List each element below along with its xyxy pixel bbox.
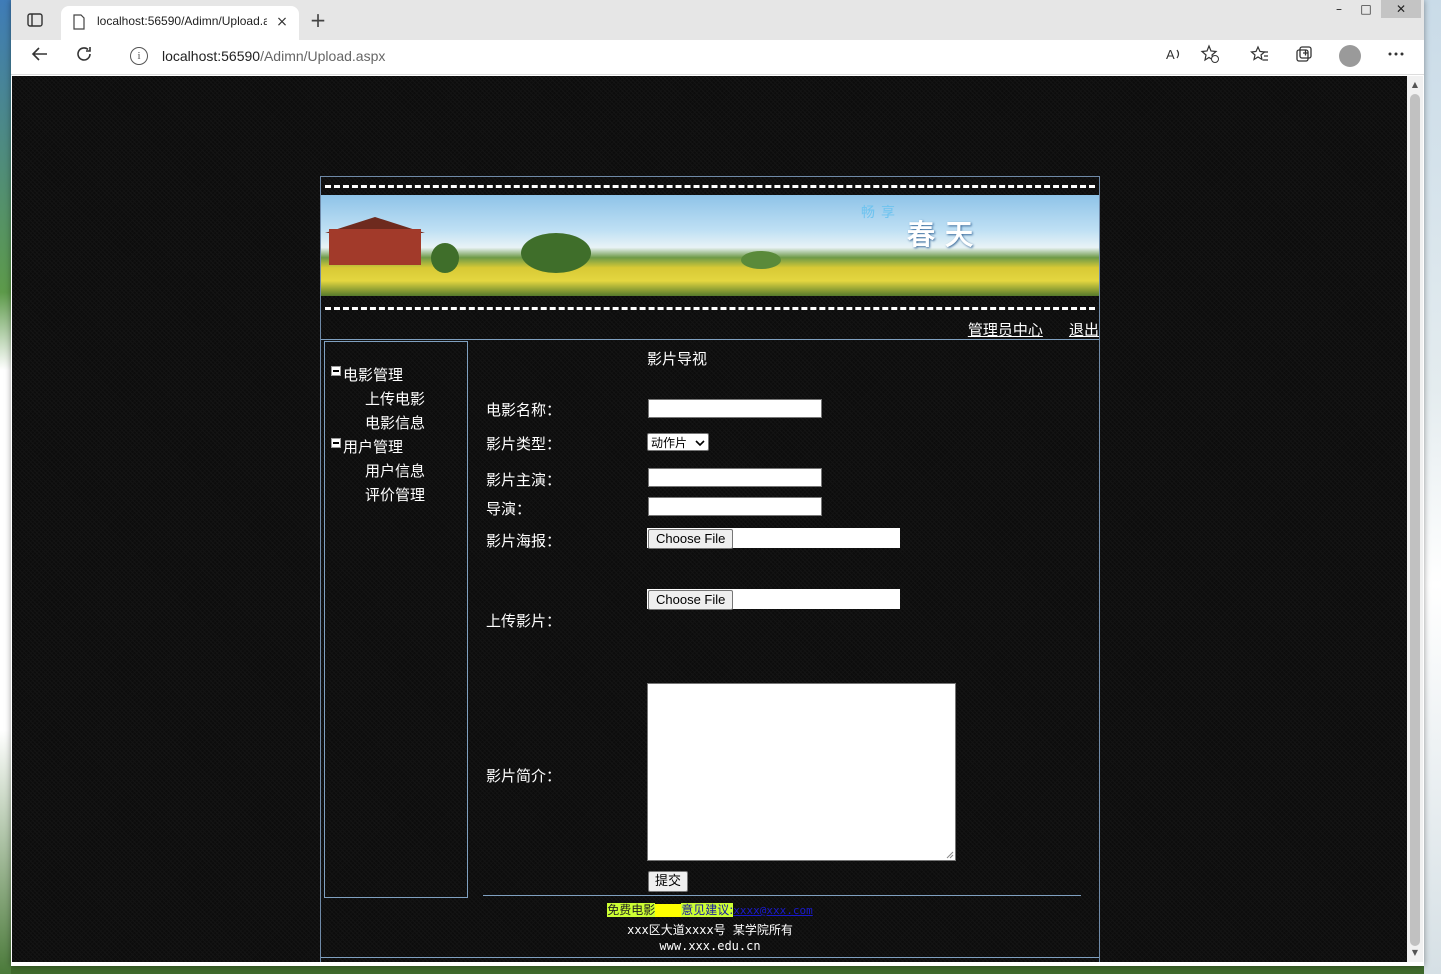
type-label: 影片类型： (486, 435, 562, 453)
close-window-button[interactable]: ✕ (1381, 0, 1421, 18)
scroll-thumb[interactable] (1410, 94, 1420, 946)
page-icon (73, 14, 85, 30)
scroll-down-icon[interactable]: ▼ (1407, 946, 1423, 960)
url-host: localhost:56590 (162, 48, 261, 64)
tree (741, 251, 781, 269)
choose-file-button[interactable]: Choose File (648, 590, 734, 610)
submit-button[interactable]: 提交 (648, 871, 689, 892)
divider (321, 957, 1099, 958)
close-tab-icon[interactable]: × (273, 13, 291, 31)
email-link[interactable]: xxxx@xxx.com (733, 904, 812, 917)
tree (431, 243, 459, 273)
highlight-gap (655, 904, 682, 917)
tree-group-movie[interactable]: 电影管理 (331, 364, 403, 386)
poster-file-input[interactable]: Choose File (647, 528, 900, 549)
type-select-value: 动作片 (651, 436, 688, 450)
cast-input[interactable] (648, 468, 822, 487)
intro-textarea[interactable] (647, 683, 956, 861)
form-title: 影片导视 (647, 350, 708, 368)
chevron-down-icon (695, 434, 705, 458)
resize-handle-icon[interactable] (946, 851, 954, 859)
more-menu-icon[interactable] (1383, 44, 1409, 70)
maximize-button[interactable]: □ (1346, 0, 1386, 18)
divider (321, 339, 1099, 340)
active-tab[interactable]: localhost:56590/Adimn/Upload.a × (61, 6, 299, 40)
free-movies-text: 免费电影 (607, 903, 656, 917)
banner-slogan-big: 春天 (907, 218, 984, 251)
tree-group-label: 电影管理 (343, 366, 404, 384)
browser-window: localhost:56590/Adimn/Upload.a × + – □ ✕… (11, 0, 1424, 966)
svg-text:A: A (1166, 47, 1175, 62)
movie-name-input[interactable] (648, 399, 822, 418)
house (329, 229, 421, 265)
sidebar-tree: 电影管理 上传电影 电影信息 用户管理 用户信息 评价管理 (324, 341, 468, 898)
tree-group-user[interactable]: 用户管理 (331, 436, 403, 458)
movie-file-input[interactable]: Choose File (647, 589, 900, 610)
site-container: 畅享 春天 管理员中心 退出 电影管理 上传电影 电影信息 用户管理 用户信息 … (320, 176, 1100, 962)
director-input[interactable] (648, 497, 822, 516)
admin-center-link[interactable]: 管理员中心 (968, 321, 1043, 339)
footer-address: xxx区大道xxxx号 某学院所有 (627, 923, 793, 937)
cast-label: 影片主演： (486, 471, 562, 489)
back-icon[interactable] (27, 44, 53, 70)
upload-label: 上传影片： (486, 612, 562, 630)
collections-icon[interactable] (1291, 44, 1317, 70)
sidebar-item-user-info[interactable]: 用户信息 (365, 460, 425, 482)
new-tab-button[interactable]: + (307, 9, 329, 31)
footer-links: 免费电影 意见建议:xxxx@xxx.com (321, 901, 1099, 918)
add-favorite-icon[interactable] (1197, 44, 1223, 70)
address-bar[interactable]: i localhost:56590/Adimn/Upload.aspx (112, 40, 1202, 72)
tab-bar: localhost:56590/Adimn/Upload.a × + – □ ✕ (11, 0, 1424, 40)
logout-link[interactable]: 退出 (1069, 321, 1099, 339)
banner-slogan-small: 畅享 (861, 205, 901, 221)
collapse-icon[interactable] (331, 366, 341, 376)
top-nav: 管理员中心 退出 (946, 319, 1099, 339)
director-label: 导演： (486, 500, 532, 518)
poster-label: 影片海报： (486, 532, 562, 550)
vertical-scrollbar[interactable]: ▲ ▼ (1407, 76, 1423, 962)
desktop-background-right (1424, 0, 1441, 974)
favorites-icon[interactable] (1247, 44, 1273, 70)
dashed-divider-bottom (325, 307, 1095, 310)
desktop-background-left (0, 0, 11, 974)
page-viewport: 畅享 春天 管理员中心 退出 电影管理 上传电影 电影信息 用户管理 用户信息 … (12, 76, 1407, 962)
advice-text: 意见建议: (681, 903, 734, 917)
collapse-icon[interactable] (331, 438, 341, 448)
tab-actions-icon[interactable] (25, 10, 45, 30)
sidebar-item-movie-info[interactable]: 电影信息 (365, 412, 425, 434)
profile-avatar[interactable] (1339, 45, 1361, 67)
sidebar-item-upload-movie[interactable]: 上传电影 (365, 388, 425, 410)
tree (521, 233, 591, 273)
sidebar-item-review-manage[interactable]: 评价管理 (365, 484, 425, 506)
read-aloud-icon[interactable]: A (1161, 44, 1187, 70)
banner-image: 畅享 春天 (321, 195, 1099, 296)
divider (483, 895, 1081, 896)
site-info-icon[interactable]: i (130, 47, 148, 65)
type-select[interactable]: 动作片 (647, 433, 709, 451)
tree-group-label: 用户管理 (343, 438, 404, 456)
url-path: /Adimn/Upload.aspx (260, 48, 386, 64)
dashed-divider-top (325, 185, 1095, 188)
browser-toolbar: i localhost:56590/Adimn/Upload.aspx A (11, 40, 1424, 75)
choose-file-button[interactable]: Choose File (648, 529, 734, 549)
intro-label: 影片简介： (486, 767, 562, 785)
movie-name-label: 电影名称： (486, 401, 562, 419)
footer-website: www.xxx.edu.cn (659, 939, 761, 953)
scroll-up-icon[interactable]: ▲ (1407, 78, 1423, 92)
refresh-icon[interactable] (71, 44, 97, 70)
url-text[interactable]: localhost:56590/Adimn/Upload.aspx (162, 48, 385, 64)
tab-title: localhost:56590/Adimn/Upload.a (97, 14, 267, 28)
